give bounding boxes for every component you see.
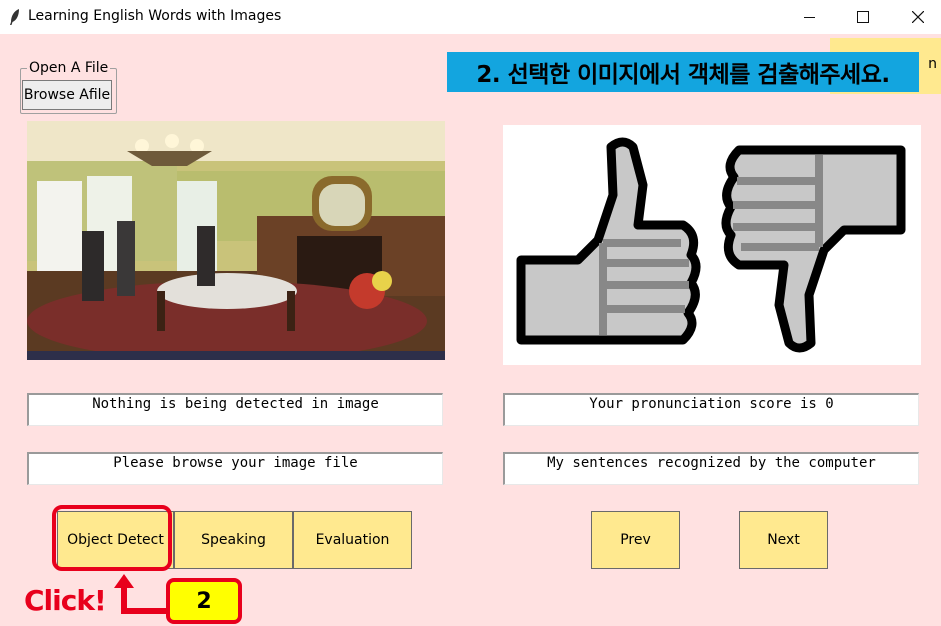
- next-button[interactable]: Next: [739, 511, 828, 569]
- close-icon: [912, 11, 924, 23]
- feather-icon: [10, 9, 19, 25]
- selected-image: [27, 121, 445, 360]
- maximize-button[interactable]: [840, 0, 886, 34]
- minimize-button[interactable]: [786, 0, 832, 34]
- browse-hint-field: Please browse your image file: [27, 452, 443, 485]
- recognized-sentence-field: My sentences recognized by the computer: [503, 452, 919, 485]
- room-photo: [27, 121, 445, 360]
- corner-button-label: n: [928, 56, 937, 72]
- title-bar: Learning English Words with Images: [0, 0, 941, 34]
- open-file-group-label: Open A File: [27, 60, 111, 76]
- maximize-icon: [857, 11, 869, 23]
- thumbs-up-down-icon: [516, 137, 906, 353]
- object-detect-highlight: [52, 505, 172, 571]
- evaluation-image: [503, 125, 921, 365]
- evaluation-button[interactable]: Evaluation: [293, 511, 412, 569]
- click-label: Click!: [24, 584, 107, 617]
- step-number-badge: 2: [166, 578, 242, 624]
- speaking-button[interactable]: Speaking: [174, 511, 293, 569]
- window-title: Learning English Words with Images: [28, 8, 282, 24]
- pointer-arrow-icon: [114, 574, 168, 614]
- prev-button[interactable]: Prev: [591, 511, 680, 569]
- minimize-icon: [803, 16, 815, 18]
- close-button[interactable]: [895, 0, 941, 34]
- pronunciation-score-field: Your pronunciation score is 0: [503, 393, 919, 426]
- detection-result-field: Nothing is being detected in image: [27, 393, 443, 426]
- browse-file-button[interactable]: Browse Afile: [22, 80, 112, 110]
- instruction-banner: 2. 선택한 이미지에서 객체를 검출해주세요.: [447, 52, 919, 92]
